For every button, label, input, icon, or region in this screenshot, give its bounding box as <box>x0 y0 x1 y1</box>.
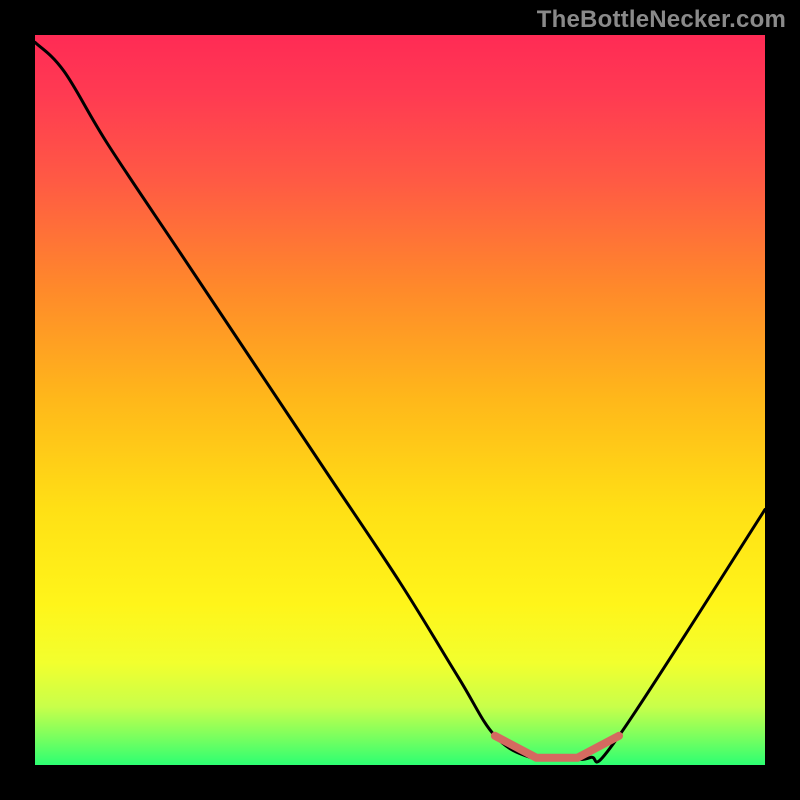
watermark-text: TheBottleNecker.com <box>537 6 786 34</box>
gradient-background <box>35 35 765 765</box>
bottleneck-chart: TheBottleNecker.com <box>0 0 800 800</box>
chart-svg <box>0 0 800 800</box>
plot-area <box>35 35 765 765</box>
